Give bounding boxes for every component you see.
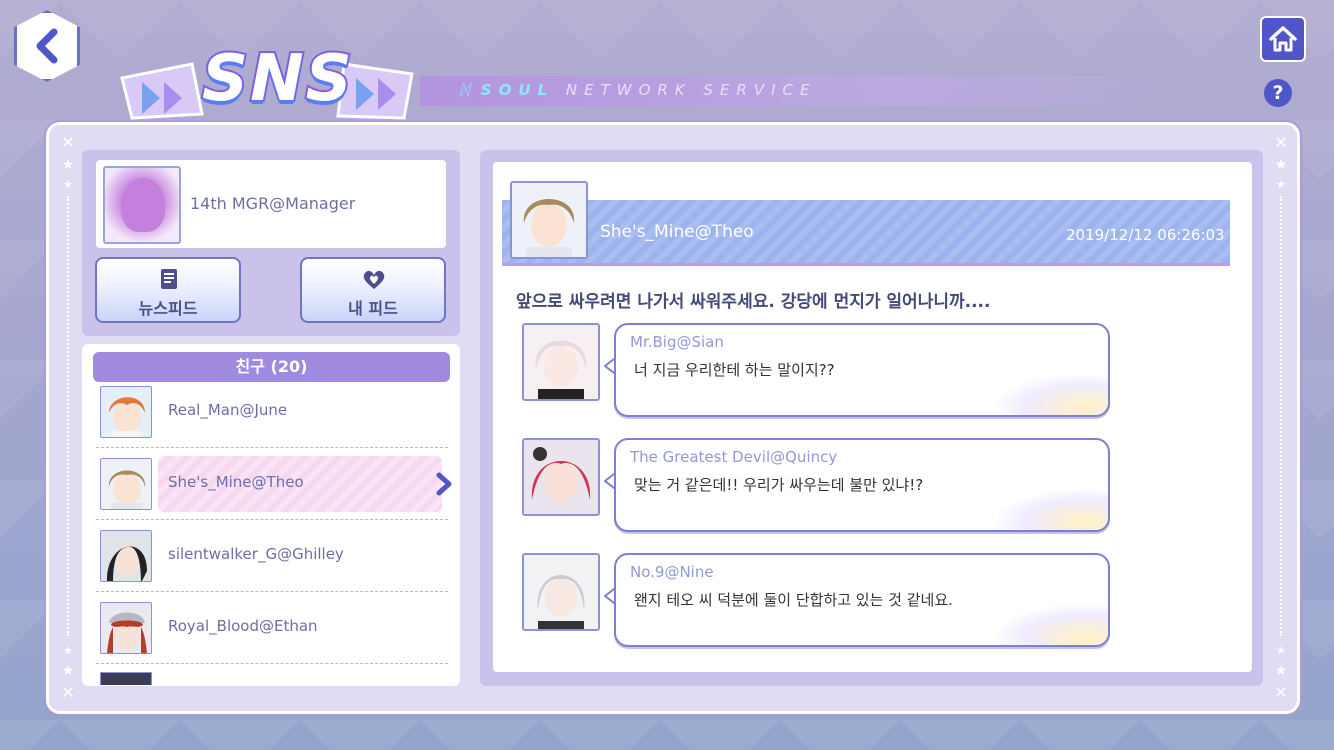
list-item-selected[interactable]: She's_Mine@Theo	[96, 448, 452, 520]
subtitle-rest: NETWORK SERVICE	[565, 81, 817, 99]
butterfly-icon: ✕	[61, 133, 75, 152]
avatar[interactable]	[103, 166, 181, 244]
avatar	[100, 602, 152, 654]
star-icon: ★	[63, 178, 73, 191]
newsfeed-button[interactable]: 뉴스피드	[95, 257, 241, 323]
star-icon: ★	[63, 644, 73, 657]
subtitle-soul: SOUL	[480, 81, 555, 99]
profile-name: 14th MGR@Manager	[190, 194, 356, 213]
star-icon: ★	[1276, 644, 1286, 657]
friend-name: She's_Mine@Theo	[168, 473, 304, 491]
post-body: 앞으로 싸우려면 나가서 싸워주세요. 강당에 먼지가 일어나니까....	[516, 292, 991, 312]
avatar	[100, 458, 152, 510]
butterfly-icon: ✕	[61, 683, 75, 702]
chevron-right-icon[interactable]	[434, 472, 454, 496]
list-item[interactable]: Real_Man@June	[96, 376, 448, 448]
list-item[interactable]: silentwalker_G@Ghilley	[96, 520, 448, 592]
newsfeed-label: 뉴스피드	[138, 299, 198, 318]
avatar	[100, 672, 152, 685]
friend-name: silentwalker_G@Ghilley	[168, 545, 344, 563]
star-icon: ★	[1276, 178, 1286, 191]
butterfly-icon: ✕	[1274, 683, 1288, 702]
comment-author: No.9@Nine	[630, 563, 714, 581]
avatar	[100, 386, 152, 438]
my-feed-button[interactable]: 내 피드	[300, 257, 446, 323]
book-icon	[161, 269, 177, 289]
dotted-divider	[1280, 196, 1282, 636]
avatar[interactable]	[510, 181, 588, 259]
subtitle: ᛞ SOUL NETWORK SERVICE	[460, 81, 816, 99]
chevron-left-icon	[36, 28, 58, 64]
home-button[interactable]	[1260, 16, 1306, 62]
star-icon: ★	[1274, 157, 1288, 173]
comment-text: 맞는 거 같은데!! 우리가 싸우는데 불만 있냐!?	[634, 476, 924, 494]
avatar	[100, 530, 152, 582]
comment-text: 왠지 테오 씨 덕분에 둘이 단합하고 있는 것 같네요.	[634, 591, 953, 609]
butterfly-icon: ✕	[1274, 133, 1288, 152]
list-item[interactable]: Royal_Blood@Ethan	[96, 592, 448, 664]
star-icon: ★	[1274, 663, 1288, 679]
avatar[interactable]	[522, 553, 600, 631]
comment-text: 너 지금 우리한테 하는 말이지??	[634, 361, 835, 379]
logo-text: SNS	[200, 40, 354, 118]
post-author: She's_Mine@Theo	[600, 222, 754, 242]
post-timestamp: 2019/12/12 06:26:03	[1066, 226, 1225, 244]
comment-bubble: Mr.Big@Sian 너 지금 우리한테 하는 말이지??	[614, 323, 1110, 417]
star-icon: ★	[61, 157, 75, 173]
friend-name: Royal_Blood@Ethan	[168, 617, 318, 635]
comment-author: Mr.Big@Sian	[630, 333, 724, 351]
comment-bubble: The Greatest Devil@Quincy 맞는 거 같은데!! 우리가…	[614, 438, 1110, 532]
avatar[interactable]	[522, 438, 600, 516]
help-button[interactable]: ?	[1264, 79, 1292, 107]
home-icon	[1269, 26, 1297, 52]
comment-bubble: No.9@Nine 왠지 테오 씨 덕분에 둘이 단합하고 있는 것 같네요.	[614, 553, 1110, 647]
friend-name: Real_Man@June	[168, 401, 288, 419]
avatar[interactable]	[522, 323, 600, 401]
butterfly-icon: ᛞ	[460, 81, 470, 99]
heart-hands-icon	[363, 270, 385, 289]
comment-author: The Greatest Devil@Quincy	[630, 448, 838, 466]
star-icon: ★	[61, 663, 75, 679]
dotted-divider	[67, 196, 69, 636]
my-feed-label: 내 피드	[348, 299, 398, 318]
